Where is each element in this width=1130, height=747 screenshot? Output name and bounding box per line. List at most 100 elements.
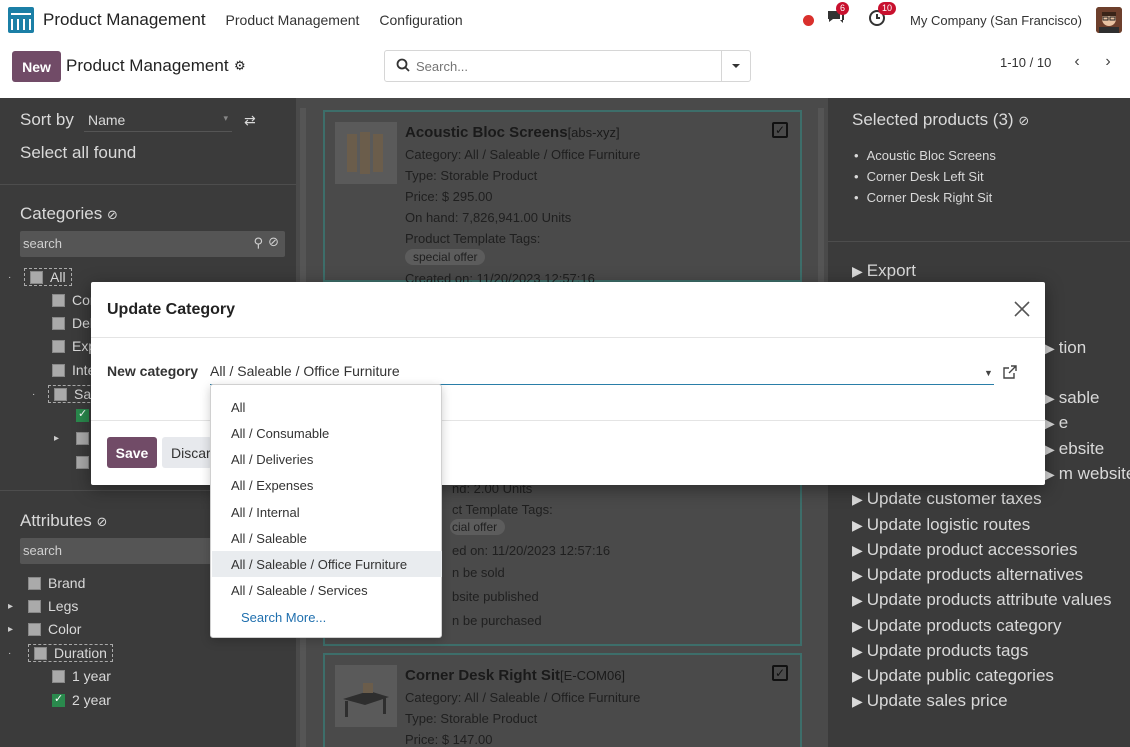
expand-caret-icon[interactable]: ▸ (54, 433, 62, 444)
action-update-products-tags[interactable]: Update products tags (852, 641, 1029, 661)
action-partial[interactable]: sable (1044, 388, 1100, 408)
category-tree-deliveries[interactable]: Del (52, 315, 93, 331)
category-tree-all[interactable]: · All (8, 268, 72, 286)
action-update-logistic-routes[interactable]: Update logistic routes (852, 515, 1030, 535)
expand-caret-icon[interactable]: · (8, 272, 16, 283)
checkbox[interactable] (54, 387, 67, 401)
checkbox[interactable] (28, 622, 41, 636)
new-button[interactable]: New (12, 51, 61, 82)
list-item: Acoustic Bloc Screens (854, 148, 996, 163)
action-update-public-categories[interactable]: Update public categories (852, 666, 1054, 686)
action-update-products-attribute-values[interactable]: Update products attribute values (852, 590, 1112, 610)
product-image (335, 122, 397, 184)
checkbox[interactable] (52, 363, 65, 377)
attribute-color[interactable]: ▸ Color (8, 621, 81, 637)
action-partial[interactable]: m website (1044, 464, 1130, 484)
action-update-products-alternatives[interactable]: Update products alternatives (852, 565, 1083, 585)
checkbox-checked[interactable] (52, 692, 65, 707)
caret-down-icon[interactable]: ▼ (984, 368, 993, 378)
expand-caret-icon[interactable]: · (32, 389, 40, 400)
checkbox[interactable] (28, 599, 41, 613)
clear-filter-icon[interactable]: ⊘ (268, 234, 279, 250)
action-update-products-category[interactable]: Update products category (852, 616, 1062, 636)
sort-by-select[interactable]: Name ▾ (84, 110, 232, 132)
checkbox[interactable] (76, 432, 89, 445)
product-price: Price: $ 295.00 (405, 189, 493, 204)
menu-configuration[interactable]: Configuration (379, 12, 462, 28)
category-tree-child-collapsed[interactable]: ▸ (54, 432, 96, 445)
dropdown-option[interactable]: All / Internal (212, 499, 442, 525)
search-more-link[interactable]: Search More... (212, 604, 442, 630)
discard-button[interactable]: Discard (162, 437, 212, 468)
product-name: Acoustic Bloc Screens[abs-xyz] (405, 124, 620, 141)
search-options-toggle[interactable] (721, 51, 750, 81)
action-partial[interactable]: tion (1044, 338, 1086, 358)
checkbox[interactable] (76, 456, 89, 469)
attributes-title: Attributes ⊘ (20, 511, 108, 530)
action-update-sales-price[interactable]: Update sales price (852, 691, 1008, 711)
product-type: Type: Storable Product (405, 711, 538, 726)
attribute-brand[interactable]: Brand (28, 575, 85, 591)
caret-down-icon (732, 64, 740, 68)
attribute-legs[interactable]: ▸ Legs (8, 598, 78, 614)
dropdown-option[interactable]: All / Consumable (212, 420, 442, 446)
pager-value[interactable]: 1-10 / 10 (1000, 55, 1051, 70)
user-avatar[interactable] (1096, 7, 1122, 33)
sort-direction-toggle-icon[interactable]: ⇄ (244, 112, 256, 129)
product-card[interactable]: Acoustic Bloc Screens[abs-xyz] Category:… (323, 110, 802, 286)
checkbox[interactable] (52, 669, 65, 683)
gear-icon[interactable]: ⚙ (234, 58, 246, 74)
action-partial[interactable]: e (1044, 413, 1068, 433)
checkbox[interactable] (30, 270, 43, 284)
duration-1-year[interactable]: 1 year (52, 668, 111, 684)
new-category-input[interactable]: All / Saleable / Office Furniture (210, 363, 994, 385)
scrollbar[interactable] (818, 108, 824, 288)
checkbox-checked[interactable] (76, 407, 89, 422)
action-update-product-accessories[interactable]: Update product accessories (852, 540, 1078, 560)
checkbox[interactable] (52, 339, 65, 353)
save-button[interactable]: Save (107, 437, 157, 468)
attribute-duration[interactable]: · Duration (8, 644, 113, 662)
categories-search-input[interactable]: search ⚲ ⊘ (20, 231, 285, 257)
expand-caret-icon[interactable]: ▸ (8, 624, 16, 635)
apps-menu-icon[interactable] (8, 7, 34, 33)
company-switcher[interactable]: My Company (San Francisco) (910, 13, 1082, 28)
dropdown-option[interactable]: All / Saleable / Services (212, 577, 442, 603)
checkbox[interactable] (34, 646, 47, 660)
action-partial[interactable]: ebsite (1044, 439, 1104, 459)
dropdown-option[interactable]: All (212, 394, 442, 420)
product-price: Price: $ 147.00 (405, 732, 493, 747)
category-tree-expenses[interactable]: Exp (52, 338, 96, 354)
dropdown-option[interactable]: All / Deliveries (212, 446, 442, 472)
control-panel: New Product Management ⚙ 1-10 / 10 ‹ › (0, 40, 1130, 98)
expand-caret-icon[interactable]: · (8, 648, 16, 659)
duration-2-year[interactable]: 2 year (52, 692, 111, 708)
external-link-icon[interactable] (1002, 364, 1018, 380)
checkbox[interactable] (28, 576, 41, 590)
action-update-customer-taxes[interactable]: Update customer taxes (852, 489, 1042, 509)
category-tree-consumable[interactable]: Cor (52, 292, 95, 308)
menu-product-management[interactable]: Product Management (226, 12, 360, 28)
close-icon[interactable] (1013, 300, 1031, 318)
search-icon[interactable]: ⚲ (253, 235, 263, 251)
search-input[interactable] (416, 51, 716, 81)
pager-previous-button[interactable]: ‹ (1067, 52, 1087, 72)
dropdown-option[interactable]: All / Expenses (212, 472, 442, 498)
expand-caret-icon[interactable]: ▸ (8, 601, 16, 612)
checkbox[interactable] (52, 316, 65, 330)
recording-indicator-icon[interactable] (803, 14, 815, 26)
app-title[interactable]: Product Management (43, 10, 206, 30)
category-tree-internal[interactable]: Inte (52, 362, 95, 378)
select-all-found-link[interactable]: Select all found (20, 143, 136, 163)
activity-clock-icon[interactable]: 10 (868, 2, 897, 31)
dropdown-option-active[interactable]: All / Saleable / Office Furniture (212, 551, 442, 577)
card-checkbox-checked-icon[interactable]: ✓ (772, 122, 788, 138)
pager-next-button[interactable]: › (1098, 52, 1118, 72)
product-card[interactable]: Corner Desk Right Sit[E-COM06] Category:… (323, 653, 802, 747)
card-checkbox-checked-icon[interactable]: ✓ (772, 665, 788, 681)
dropdown-option[interactable]: All / Saleable (212, 525, 442, 551)
category-tree-saleable[interactable]: · Sal (32, 385, 101, 403)
checkbox[interactable] (52, 293, 65, 307)
action-export[interactable]: Export (852, 261, 916, 281)
messages-icon[interactable]: 6 (826, 2, 850, 31)
